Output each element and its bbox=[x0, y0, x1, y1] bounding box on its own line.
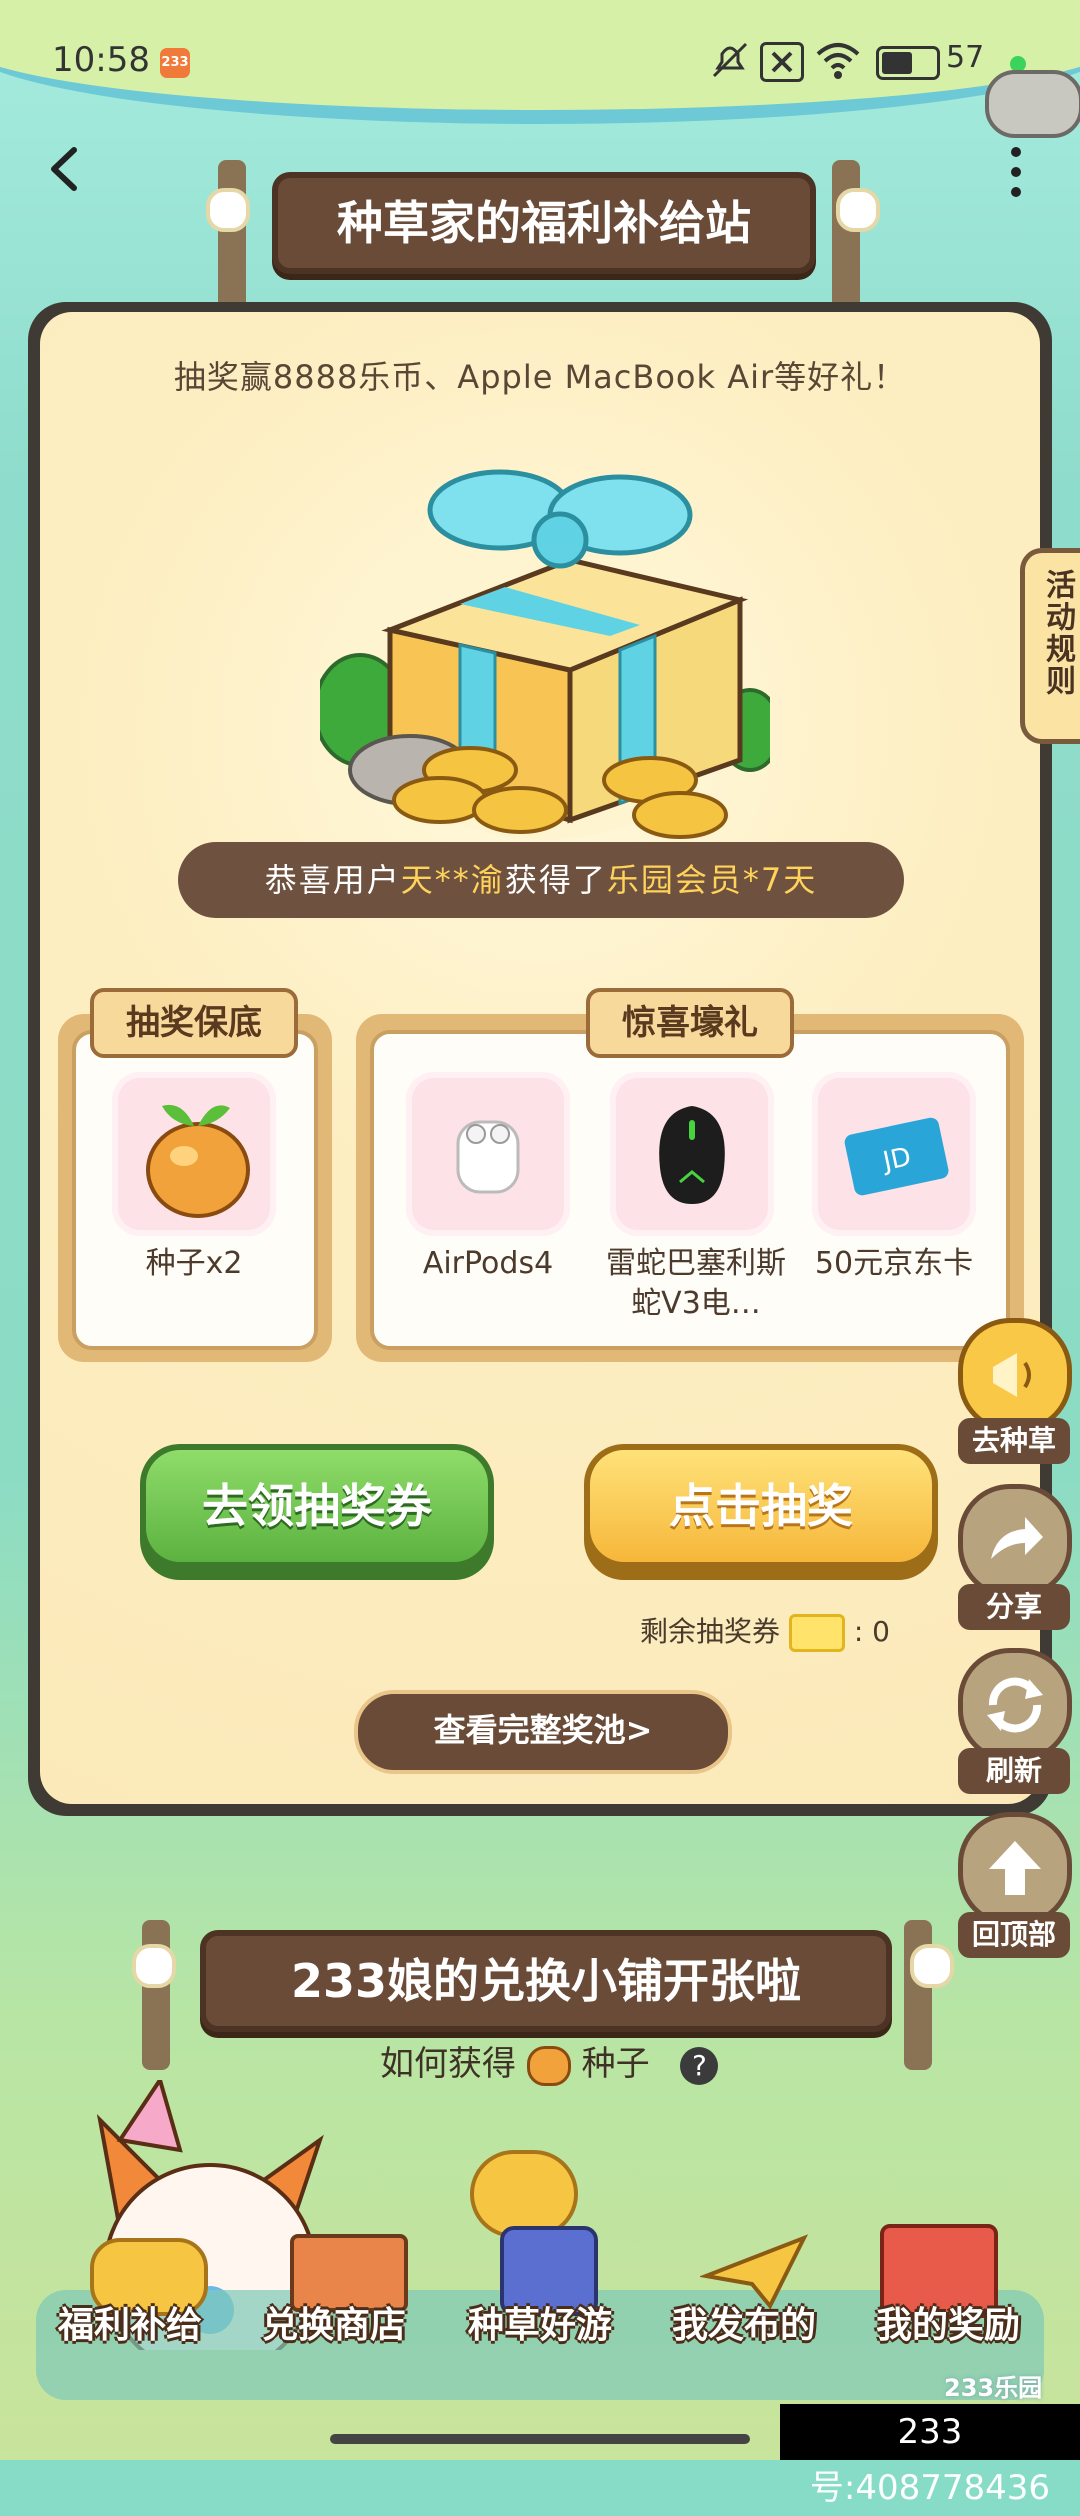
home-indicator bbox=[330, 2434, 750, 2444]
flower-decoration bbox=[132, 1944, 176, 1988]
side-label-share: 分享 bbox=[958, 1584, 1070, 1630]
flower-decoration bbox=[910, 1944, 954, 1988]
battery-icon bbox=[876, 46, 940, 80]
draw-button[interactable]: 点击抽奖 bbox=[584, 1444, 938, 1580]
winner-prize: 乐园会员*7天 bbox=[606, 861, 818, 899]
full-pool-button[interactable]: 查看完整奖池> bbox=[354, 1690, 732, 1774]
winner-marquee: 恭喜用户天**渝获得了乐园会员*7天 bbox=[178, 842, 904, 918]
nav-welfare[interactable]: 福利补给 bbox=[30, 2296, 230, 2348]
coin-decoration bbox=[470, 2150, 578, 2238]
nav-label-welfare: 福利补给 bbox=[57, 2305, 202, 2346]
nav-my-posts[interactable]: 我发布的 bbox=[644, 2296, 844, 2348]
prize-label-mouse: 雷蛇巴塞利斯蛇V3电… bbox=[606, 1246, 786, 1321]
promo-text: 抽奖赢8888乐币、Apple MacBook Air等好礼！ bbox=[173, 358, 907, 396]
mute-icon bbox=[708, 38, 752, 86]
seed-hint[interactable]: 如何获得 种子 ? bbox=[380, 2040, 719, 2088]
prize-label-seed: 种子x2 bbox=[145, 1246, 243, 1281]
shop-title: 233娘的兑换小铺开张啦 bbox=[200, 1930, 892, 2032]
wifi-icon bbox=[814, 40, 862, 84]
side-label-refresh: 刷新 bbox=[958, 1748, 1070, 1794]
nav-my-rewards[interactable]: 我的奖励 bbox=[848, 2296, 1048, 2348]
prize-tile-mouse[interactable] bbox=[610, 1072, 774, 1236]
nav-label-my-posts: 我发布的 bbox=[671, 2305, 816, 2346]
winner-user: 天**渝 bbox=[400, 861, 505, 899]
get-tickets-button[interactable]: 去领抽奖券 bbox=[140, 1444, 494, 1580]
nav-exchange-store[interactable]: 兑换商店 bbox=[234, 2296, 434, 2348]
shop-post-right bbox=[904, 1920, 932, 2070]
guarantee-title: 抽奖保底 bbox=[90, 988, 298, 1058]
side-label-plant: 去种草 bbox=[958, 1418, 1070, 1464]
nav-label-recommend-games: 种草好游 bbox=[467, 2305, 612, 2346]
sign-post-right bbox=[832, 160, 860, 310]
ticket-icon bbox=[788, 1614, 845, 1652]
more-vertical-icon bbox=[1011, 147, 1021, 197]
gift-box-illustration bbox=[313, 440, 782, 860]
remaining-sep: : bbox=[853, 1615, 864, 1648]
seed-hint-suffix: 种子 bbox=[581, 2044, 650, 2084]
side-button-refresh[interactable]: 刷新 bbox=[958, 1648, 1072, 1808]
prize-label-airpods: AirPods4 bbox=[422, 1246, 554, 1281]
rock-decoration bbox=[985, 70, 1080, 138]
arrow-up-icon bbox=[958, 1812, 1072, 1926]
winner-mid: 获得了 bbox=[504, 861, 607, 899]
get-tickets-label: 去领抽奖券 bbox=[146, 1450, 488, 1562]
rules-tab-label: 活动规则 bbox=[1040, 569, 1075, 697]
app-notification-badge: 233 bbox=[160, 48, 190, 78]
jd-card-icon: JD bbox=[844, 1117, 949, 1196]
seed-hint-prefix: 如何获得 bbox=[380, 2044, 516, 2084]
nav-label-my-rewards: 我的奖励 bbox=[875, 2305, 1020, 2346]
refresh-icon bbox=[958, 1648, 1072, 1762]
no-sim-icon bbox=[760, 42, 804, 82]
page-title: 种草家的福利补给站 bbox=[272, 172, 816, 274]
back-button[interactable] bbox=[44, 144, 84, 198]
flower-decoration bbox=[836, 188, 880, 232]
surprise-title: 惊喜壕礼 bbox=[586, 988, 794, 1058]
help-icon[interactable]: ? bbox=[680, 2046, 719, 2085]
nav-recommend-games[interactable]: 种草好游 bbox=[440, 2296, 640, 2348]
status-time: 10:58 bbox=[52, 40, 150, 80]
side-button-top[interactable]: 回顶部 bbox=[958, 1812, 1072, 1972]
remaining-count: 0 bbox=[872, 1615, 890, 1648]
remaining-tickets: 剩余抽奖券 : 0 bbox=[640, 1610, 890, 1654]
watermark-account: 233号:408778436 bbox=[780, 2404, 1080, 2508]
megaphone-icon bbox=[958, 1318, 1072, 1432]
side-button-share[interactable]: 分享 bbox=[958, 1484, 1072, 1644]
watermark-brand: 233乐园 bbox=[944, 2374, 1043, 2402]
remaining-label: 剩余抽奖券 bbox=[640, 1615, 781, 1648]
more-button[interactable] bbox=[1008, 146, 1024, 202]
nav-label-exchange-store: 兑换商店 bbox=[261, 2305, 406, 2346]
airpods-icon bbox=[456, 1120, 520, 1194]
seed-icon bbox=[146, 1104, 250, 1218]
sign-post-left bbox=[218, 160, 246, 310]
share-icon bbox=[958, 1484, 1072, 1598]
shop-post-left bbox=[142, 1920, 170, 2070]
gaming-mouse-icon bbox=[659, 1106, 725, 1204]
battery-percent: 57 bbox=[946, 40, 985, 75]
side-label-top: 回顶部 bbox=[958, 1912, 1070, 1958]
prize-tile-jd-card[interactable]: JD bbox=[812, 1072, 976, 1236]
flower-decoration bbox=[206, 188, 250, 232]
prize-tile-seed[interactable] bbox=[112, 1072, 276, 1236]
seed-icon bbox=[526, 2045, 571, 2086]
prize-label-jd-card: 50元京东卡 bbox=[814, 1246, 974, 1281]
prize-tile-airpods[interactable] bbox=[406, 1072, 570, 1236]
draw-label: 点击抽奖 bbox=[590, 1450, 932, 1562]
rules-tab[interactable]: 活动规则 bbox=[1020, 548, 1080, 744]
back-arrow-icon bbox=[51, 147, 77, 191]
side-button-plant[interactable]: 去种草 bbox=[958, 1318, 1072, 1478]
winner-prefix: 恭喜用户 bbox=[264, 861, 401, 899]
